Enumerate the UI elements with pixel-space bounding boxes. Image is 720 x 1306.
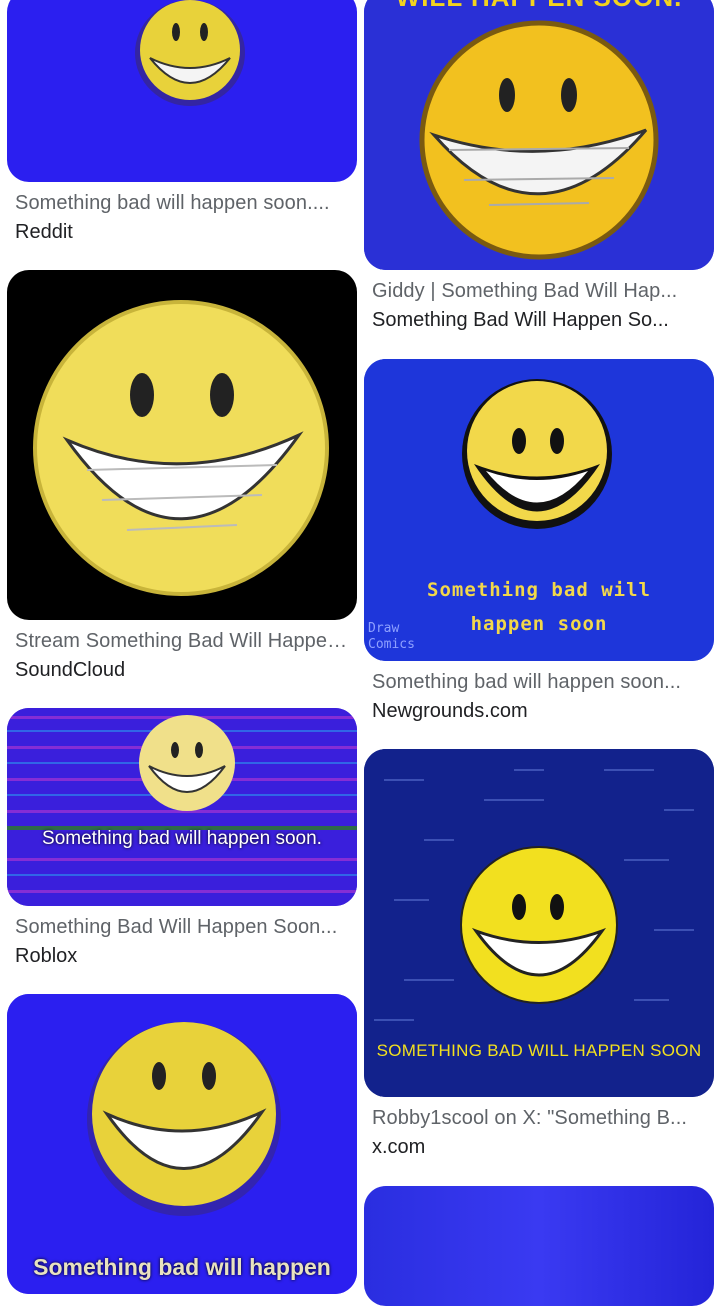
image-result-card[interactable]: Something bad will happen soon. Somethin… [7,708,357,968]
result-title: Giddy | Something Bad Will Hap... [372,280,678,302]
result-source: Something Bad Will Happen So... [372,309,669,331]
smiley-face-image [7,270,357,620]
image-result-card[interactable]: Stream Something Bad Will Happen... Soun… [7,270,357,682]
result-source: Reddit [15,221,73,243]
result-thumbnail[interactable] [7,0,357,182]
result-thumbnail[interactable] [364,1186,714,1306]
result-source: Roblox [15,945,78,967]
result-title: Something bad will happen soon... [372,671,682,693]
result-thumbnail[interactable]: Something bad will happen soon Draw Comi… [364,359,714,661]
smiley-face-image [7,0,357,182]
glitch-smiley-image [7,708,357,906]
image-result-card[interactable]: Something bad will happen soon Draw Comi… [364,359,714,723]
result-thumbnail[interactable]: Something bad will happen soon. [7,708,357,906]
result-title: Something Bad Will Happen Soon... [15,916,338,938]
image-result-card[interactable]: Something bad will happen soon.... Reddi… [7,0,357,244]
image-result-card[interactable]: SOMETHING BAD WILL HAPPEN SOON Robby1sco… [364,749,714,1159]
result-thumbnail[interactable] [7,270,357,620]
smiley-face-image [7,994,357,1294]
result-title: Stream Something Bad Will Happen... [15,630,355,652]
smiley-face-image [364,0,714,270]
image-caption-line1: Something bad will [427,579,651,601]
image-result-card[interactable]: Something bad will happen [7,994,357,1294]
result-source: Newgrounds.com [372,700,528,722]
result-title: Something bad will happen soon.... [15,192,330,214]
image-caption: WILL HAPPEN SOON. [364,0,714,13]
watermark: Draw Comics [368,621,415,652]
image-result-card[interactable]: WILL HAPPEN SOON. Giddy | Something Bad … [364,0,714,332]
image-caption: SOMETHING BAD WILL HAPPEN SOON [376,1041,702,1060]
result-source: SoundCloud [15,659,126,681]
result-thumbnail[interactable]: WILL HAPPEN SOON. [364,0,714,270]
result-source: x.com [372,1136,426,1158]
result-thumbnail[interactable]: SOMETHING BAD WILL HAPPEN SOON [364,749,714,1097]
image-caption: Something bad will happen soon. [42,828,322,849]
image-result-card[interactable] [364,1186,714,1306]
image-caption: Something bad will happen [33,1254,331,1280]
result-thumbnail[interactable]: Something bad will happen [7,994,357,1294]
result-title: Robby1scool on X: "Something B... [372,1107,688,1129]
